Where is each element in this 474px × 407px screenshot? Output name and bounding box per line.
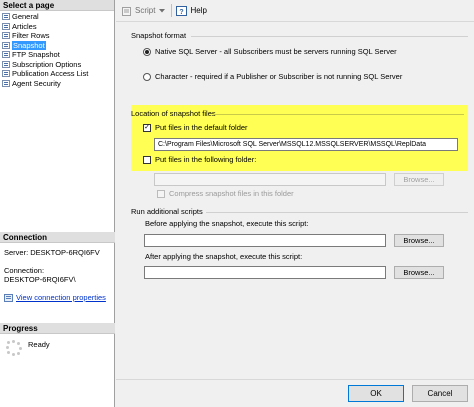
- default-folder-path-field[interactable]: C:\Program Files\Microsoft SQL Server\MS…: [154, 138, 458, 151]
- default-folder-checkbox[interactable]: ✓: [143, 123, 151, 132]
- progress-info: Ready: [6, 340, 50, 356]
- page-item-filter-rows[interactable]: Filter Rows: [2, 31, 112, 41]
- page-icon: [2, 32, 10, 40]
- cancel-button[interactable]: Cancel: [412, 385, 468, 402]
- page-item-articles[interactable]: Articles: [2, 22, 112, 32]
- before-script-browse-button[interactable]: Browse...: [394, 234, 444, 247]
- page-item-agent-security[interactable]: Agent Security: [2, 79, 112, 89]
- after-script-label: After applying the snapshot, execute thi…: [145, 252, 303, 261]
- group-divider: [191, 36, 468, 37]
- page-icon: [2, 41, 10, 49]
- character-format-radio[interactable]: [143, 72, 151, 81]
- page-icon: [2, 70, 10, 78]
- select-page-header: Select a page: [0, 0, 114, 11]
- script-button[interactable]: Script: [122, 6, 155, 16]
- page-icon: [2, 79, 10, 87]
- location-title: Location of snapshot files: [131, 109, 216, 118]
- help-icon: ?: [176, 5, 188, 16]
- view-connection-properties-label: View connection properties: [16, 293, 106, 302]
- following-folder-label: Put files in the following folder:: [155, 155, 257, 164]
- page-item-ftp-snapshot[interactable]: FTP Snapshot: [2, 50, 112, 60]
- before-script-field[interactable]: [144, 234, 386, 247]
- compress-checkbox[interactable]: [157, 189, 165, 198]
- compress-option[interactable]: Compress snapshot files in this folder: [157, 189, 294, 198]
- page-item-label: Articles: [12, 21, 37, 31]
- connection-value: DESKTOP-6RQI6FV\: [4, 275, 76, 284]
- group-divider: [214, 114, 464, 115]
- left-panel: Select a page General Articles Filter Ro…: [0, 0, 115, 407]
- page-item-label: Snapshot: [12, 40, 46, 50]
- script-label: Script: [135, 6, 156, 15]
- snapshot-format-title: Snapshot format: [131, 31, 187, 40]
- following-folder-checkbox[interactable]: [143, 155, 151, 164]
- page-icon: [2, 22, 10, 30]
- connection-header: Connection: [0, 232, 115, 243]
- page-item-label: Filter Rows: [12, 31, 50, 41]
- page-item-subscription-options[interactable]: Subscription Options: [2, 60, 112, 70]
- page-icon: [2, 51, 10, 59]
- page-item-publication-access-list[interactable]: Publication Access List: [2, 69, 112, 79]
- following-folder-option[interactable]: Put files in the following folder:: [143, 155, 256, 164]
- page-item-label: General: [12, 12, 39, 22]
- character-format-option[interactable]: Character - required if a Publisher or S…: [143, 72, 402, 81]
- native-format-radio[interactable]: [143, 47, 151, 56]
- page-item-label: FTP Snapshot: [12, 50, 60, 60]
- snapshot-page: Snapshot format Native SQL Server - all …: [116, 23, 474, 378]
- scripts-title: Run additional scripts: [131, 207, 203, 216]
- connection-label: Connection:: [4, 266, 45, 275]
- svg-text:?: ?: [180, 8, 184, 15]
- default-folder-label: Put files in the default folder: [155, 123, 248, 132]
- default-folder-option[interactable]: ✓ Put files in the default folder: [143, 123, 248, 132]
- ok-button[interactable]: OK: [348, 385, 404, 402]
- dialog-footer: OK Cancel: [116, 379, 474, 407]
- view-connection-properties-link[interactable]: View connection properties: [4, 293, 112, 302]
- help-button[interactable]: ? Help: [176, 5, 207, 16]
- toolbar: Script ? Help: [116, 0, 474, 22]
- compress-label: Compress snapshot files in this folder: [169, 189, 294, 198]
- progress-status: Ready: [28, 340, 50, 349]
- script-icon: [122, 6, 132, 16]
- help-label: Help: [190, 6, 207, 15]
- connection-info: Server: DESKTOP-6RQI6FV Connection: DESK…: [4, 248, 112, 302]
- page-item-label: Agent Security: [12, 78, 61, 88]
- folder-browse-button[interactable]: Browse...: [394, 173, 444, 186]
- after-script-field[interactable]: [144, 266, 386, 279]
- toolbar-divider: [171, 4, 173, 17]
- page-item-snapshot[interactable]: Snapshot: [2, 40, 112, 51]
- chevron-down-icon[interactable]: [159, 8, 166, 13]
- server-label: Server: DESKTOP-6RQI6FV: [4, 248, 100, 257]
- progress-header: Progress: [0, 323, 115, 334]
- page-item-label: Publication Access List: [12, 69, 89, 79]
- page-list: General Articles Filter Rows Snapshot FT…: [0, 11, 114, 89]
- page-item-general[interactable]: General: [2, 12, 112, 22]
- native-format-option[interactable]: Native SQL Server - all Subscribers must…: [143, 47, 397, 56]
- before-script-label: Before applying the snapshot, execute th…: [145, 219, 309, 228]
- page-icon: [2, 13, 10, 21]
- following-folder-path-field[interactable]: [154, 173, 386, 186]
- character-format-label: Character - required if a Publisher or S…: [155, 72, 403, 81]
- group-divider: [206, 212, 468, 213]
- progress-spinner-icon: [6, 340, 22, 356]
- connection-properties-icon: [4, 293, 13, 302]
- page-item-label: Subscription Options: [12, 59, 82, 69]
- page-icon: [2, 60, 10, 68]
- native-format-label: Native SQL Server - all Subscribers must…: [155, 47, 397, 56]
- after-script-browse-button[interactable]: Browse...: [394, 266, 444, 279]
